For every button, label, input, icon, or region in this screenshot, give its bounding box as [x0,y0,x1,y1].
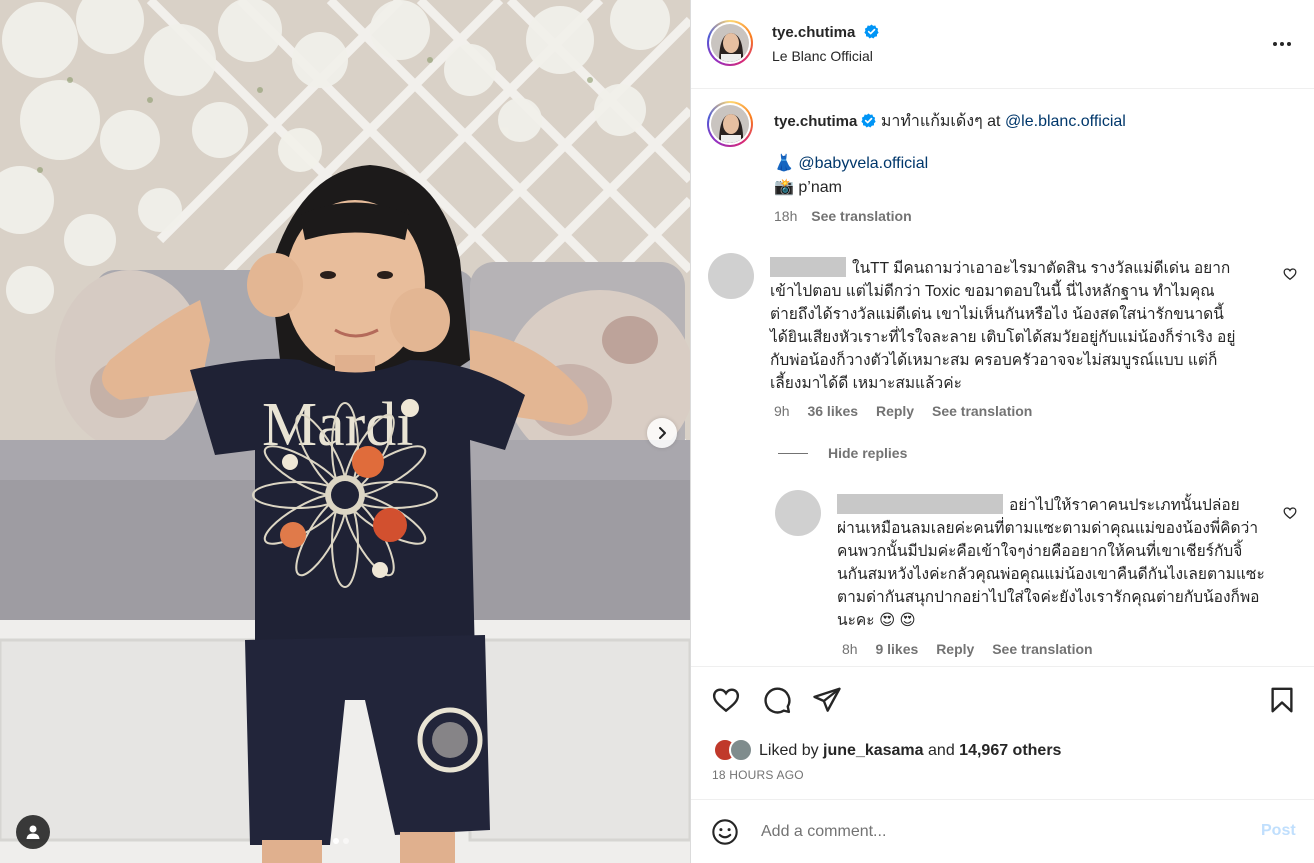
comment-body: ในTT มีคนถามว่าเอาอะไรมาตัดสิน รางวัลแม่… [770,257,1238,395]
comment-emoji: 😍 😍 [878,612,916,629]
liker-avatar [729,738,753,762]
likes-middle: and [928,742,955,759]
comment-timestamp[interactable]: 9h [774,403,790,419]
likes-prefix: Liked by [759,742,819,759]
photographer-credit: p’nam [798,179,842,196]
post-header: tye.chutima Le Blanc Official [691,0,1314,89]
author-username-text[interactable]: tye.chutima [772,24,855,41]
comment-meta: 8h 9 likes Reply See translation [842,641,1093,657]
caption-line-1: tye.chutima มาทำแก้มเด้งๆ at @le.blanc.o… [774,111,1126,133]
liked-by-avatars [713,738,759,764]
reply-comment-item: อย่าไปให้ราคาคนประเภทนั้นปล่อยผ่านเหมือน… [691,490,1314,660]
heart-icon[interactable] [711,685,741,715]
comment-reply-button[interactable]: Reply [876,403,914,419]
post-media[interactable]: Mardi [0,0,690,863]
liked-by-user[interactable]: june_kasama [823,742,924,759]
mention-dress-link[interactable]: @babyvela.official [798,155,928,172]
verified-badge-icon [861,113,876,128]
comment-meta: 9h 36 likes Reply See translation [774,403,1032,419]
caption-author-username[interactable]: tye.chutima [774,113,857,130]
carousel-dot [343,838,349,844]
caption-meta: 18h See translation [774,208,912,224]
verified-badge-icon [863,24,879,39]
caption-text: มาทำแก้มเด้งๆ at [880,113,1001,130]
camera-emoji: 📸 [774,179,794,196]
post-comment-button[interactable]: Post [1261,822,1296,840]
post-photo: Mardi [0,0,690,863]
more-options-icon [1273,42,1277,46]
caption-line-3: 📸 p’nam [774,177,842,199]
commenter-avatar[interactable] [708,253,754,299]
chevron-right-icon [659,427,666,439]
comment-likes[interactable]: 36 likes [807,403,858,419]
comment-like-icon[interactable] [1283,506,1297,520]
carousel-dot-active [333,838,339,844]
likes-text: Liked by june_kasama and 14,967 others [759,742,1061,760]
caption-line-2: 👗 @babyvela.official [774,153,928,175]
more-options-button[interactable] [1269,34,1295,54]
add-comment-bar: Post [691,799,1314,863]
redacted-username[interactable] [770,257,846,277]
comment-text: ในTT มีคนถามว่าเอาอะไรมาตัดสิน รางวัลแม่… [770,260,1236,392]
comment-input[interactable] [761,820,1241,844]
post-timestamp[interactable]: 18 HOURS AGO [712,768,804,782]
comment-see-translation[interactable]: See translation [992,641,1092,657]
caption-timestamp[interactable]: 18h [774,208,797,224]
redacted-username[interactable] [837,494,1003,514]
comment-body: อย่าไปให้ราคาคนประเภทนั้นปล่อยผ่านเหมือน… [837,494,1267,632]
comment-like-icon[interactable] [1283,267,1297,281]
comment-likes[interactable]: 9 likes [875,641,918,657]
caption-see-translation[interactable]: See translation [811,208,911,224]
share-icon[interactable] [812,685,842,715]
comment-icon[interactable] [762,685,792,715]
hide-replies-label: Hide replies [828,445,908,461]
mention-venue-link[interactable]: @le.blanc.official [1005,113,1126,130]
carousel-indicator [333,838,349,844]
comment-item: ในTT มีคนถามว่าเอาอะไรมาตัดสิน รางวัลแม่… [691,250,1314,430]
caption-author-avatar[interactable] [707,101,753,147]
author-username[interactable]: tye.chutima [772,24,879,41]
likes-others-count[interactable]: 14,967 others [959,742,1061,759]
likes-summary[interactable]: Liked by june_kasama and 14,967 others [713,738,1061,764]
hide-replies-button[interactable]: Hide replies [778,445,907,461]
author-avatar[interactable] [707,20,753,66]
post-location[interactable]: Le Blanc Official [772,48,873,64]
hide-replies-line [778,452,808,454]
commenter-avatar[interactable] [775,490,821,536]
comment-text: อย่าไปให้ราคาคนประเภทนั้นปล่อยผ่านเหมือน… [837,497,1265,629]
emoji-icon[interactable] [711,818,739,846]
comment-timestamp[interactable]: 8h [842,641,858,657]
comment-reply-button[interactable]: Reply [936,641,974,657]
comment-see-translation[interactable]: See translation [932,403,1032,419]
carousel-next-button[interactable] [647,418,677,448]
save-icon[interactable] [1267,685,1297,715]
post-actions: Liked by june_kasama and 14,967 others 1… [691,666,1314,816]
tagged-users-button[interactable] [16,815,50,849]
dress-emoji: 👗 [774,155,794,172]
user-tag-icon [26,825,40,839]
post-details-panel: tye.chutima Le Blanc Official tye.chutim… [691,0,1314,863]
